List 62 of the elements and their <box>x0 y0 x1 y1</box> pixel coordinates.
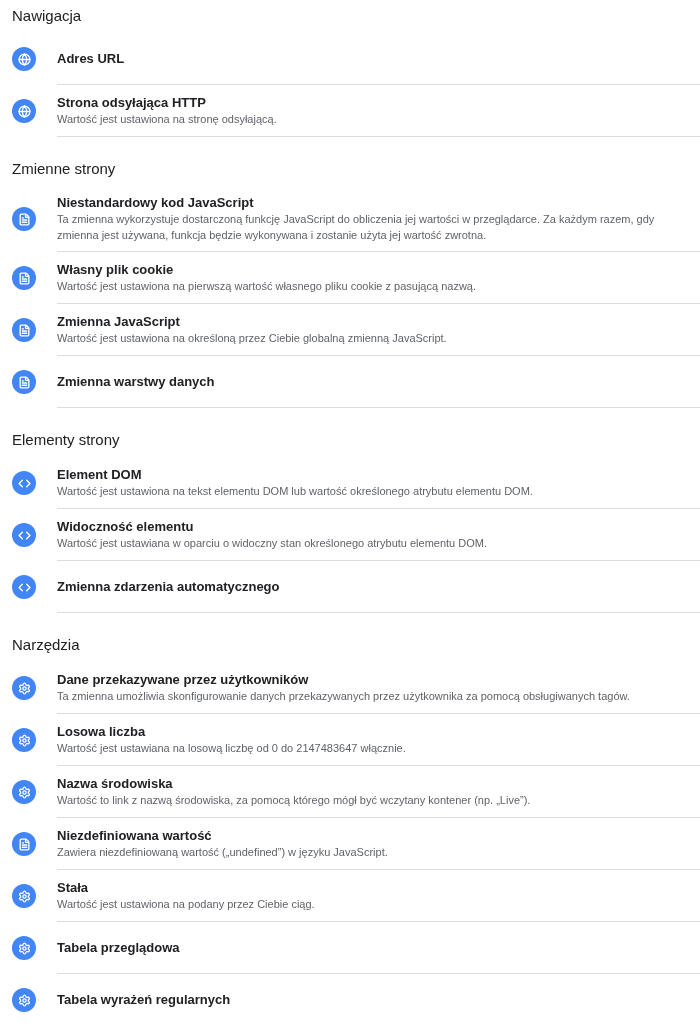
globe-icon <box>12 99 36 123</box>
item-description: Zawiera niezdefiniowaną wartość („undefined”) w języku JavaScript. <box>57 845 389 860</box>
variable-type-item[interactable]: Własny plik cookie Wartość jest ustawiona na pierwszą wartość własnego pliku cookie z pasującą nazwą. <box>0 252 700 304</box>
item-description: Wartość jest ustawiona na pierwszą wartość własnego pliku cookie z pasującą nazwą. <box>57 279 477 294</box>
variable-type-item[interactable]: Widoczność elementu Wartość jest ustawiana w oparciu o widoczny stan określonego atrybutu elementu DOM. <box>0 509 700 561</box>
item-description: Ta zmienna umożliwia skonfigurowanie danych przekazywanych przez użytkownika za pomocą obsługiwanych tagów. <box>57 689 631 704</box>
item-title: Nazwa środowiska <box>57 775 174 792</box>
section-heading: Nawigacja <box>12 6 82 27</box>
variable-type-item[interactable]: Losowa liczba Wartość jest ustawiana na losową liczbę od 0 do 2147483647 włącznie. <box>0 714 700 766</box>
item-title: Tabela wyrażeń regularnych <box>57 991 232 1008</box>
item-title: Niestandardowy kod JavaScript <box>57 194 255 211</box>
variable-type-item[interactable]: Strona odsyłająca HTTP Wartość jest ustawiona na stronę odsyłającą. <box>0 85 700 137</box>
variable-type-item[interactable]: Nazwa środowiska Wartość to link z nazwą środowiska, za pomocą którego mógł być wczytany kontener (np. „Live”). <box>0 766 700 818</box>
gear-icon <box>12 988 36 1012</box>
gear-icon <box>12 884 36 908</box>
variable-type-item[interactable]: Tabela wyrażeń regularnych <box>0 974 700 1024</box>
code-icon <box>12 471 36 495</box>
variable-type-item[interactable]: Element DOM Wartość jest ustawiona na tekst elementu DOM lub wartość określonego atrybutu elementu DOM. <box>0 457 700 509</box>
item-title: Adres URL <box>57 50 126 67</box>
item-description: Wartość jest ustawiona na tekst elementu DOM lub wartość określonego atrybutu elementu DOM. <box>57 484 534 499</box>
document-icon <box>12 832 36 856</box>
code-icon <box>12 523 36 547</box>
section-heading: Elementy strony <box>12 430 120 451</box>
variable-type-item[interactable]: Zmienna zdarzenia automatycznego <box>0 561 700 613</box>
item-description: Ta zmienna wykorzystuje dostarczoną funkcję JavaScript do obliczenia jej wartości w przeglądarce. Za każdym razem, gdy zmienna jest używana, funkcja będzie wykonywana i zostanie użyta jej wartość zwrotna. <box>57 212 656 243</box>
globe-icon <box>12 47 36 71</box>
item-description: Wartość jest ustawiona na podany przez Ciebie ciąg. <box>57 897 316 912</box>
item-description: Wartość jest ustawiana na losową liczbę od 0 do 2147483647 włącznie. <box>57 741 407 756</box>
item-title: Zmienna zdarzenia automatycznego <box>57 578 281 595</box>
variable-type-item[interactable]: Zmienna JavaScript Wartość jest ustawiona na określoną przez Ciebie globalną zmienną JavaScript. <box>0 304 700 356</box>
item-title: Dane przekazywane przez użytkowników <box>57 671 310 688</box>
document-icon <box>12 370 36 394</box>
document-icon <box>12 318 36 342</box>
item-description: Wartość jest ustawiona na określoną przez Ciebie globalną zmienną JavaScript. <box>57 331 448 346</box>
item-title: Własny plik cookie <box>57 261 175 278</box>
item-title: Zmienna warstwy danych <box>57 373 216 390</box>
gear-icon <box>12 780 36 804</box>
item-title: Widoczność elementu <box>57 518 195 535</box>
variable-type-item[interactable]: Tabela przeglądowa <box>0 922 700 974</box>
item-title: Niezdefiniowana wartość <box>57 827 213 844</box>
item-description: Wartość jest ustawiona na stronę odsyłającą. <box>57 112 278 127</box>
section-heading: Narzędzia <box>12 635 80 656</box>
code-icon <box>12 575 36 599</box>
gear-icon <box>12 728 36 752</box>
item-title: Losowa liczba <box>57 723 147 740</box>
variable-type-item[interactable]: Stała Wartość jest ustawiona na podany przez Ciebie ciąg. <box>0 870 700 922</box>
item-description: Wartość jest ustawiana w oparciu o widoczny stan określonego atrybutu elementu DOM. <box>57 536 488 551</box>
gear-icon <box>12 936 36 960</box>
variable-type-item[interactable]: Dane przekazywane przez użytkowników Ta zmienna umożliwia skonfigurowanie danych przekazywanych przez użytkownika za pomocą obsługiwanych tagów. <box>0 662 700 714</box>
item-title: Stała <box>57 879 90 896</box>
item-title: Tabela przeglądowa <box>57 939 181 956</box>
variable-type-item[interactable]: Adres URL <box>0 33 700 85</box>
item-description: Wartość to link z nazwą środowiska, za pomocą którego mógł być wczytany kontener (np. „Live”). <box>57 793 532 808</box>
document-icon <box>12 266 36 290</box>
document-icon <box>12 207 36 231</box>
item-title: Zmienna JavaScript <box>57 313 181 330</box>
section-heading: Zmienne strony <box>12 159 116 180</box>
gear-icon <box>12 676 36 700</box>
item-title: Element DOM <box>57 466 143 483</box>
item-title: Strona odsyłająca HTTP <box>57 94 207 111</box>
variable-type-item[interactable]: Niezdefiniowana wartość Zawiera niezdefiniowaną wartość („undefined”) w języku JavaScript. <box>0 818 700 870</box>
variable-type-item[interactable]: Zmienna warstwy danych <box>0 356 700 408</box>
